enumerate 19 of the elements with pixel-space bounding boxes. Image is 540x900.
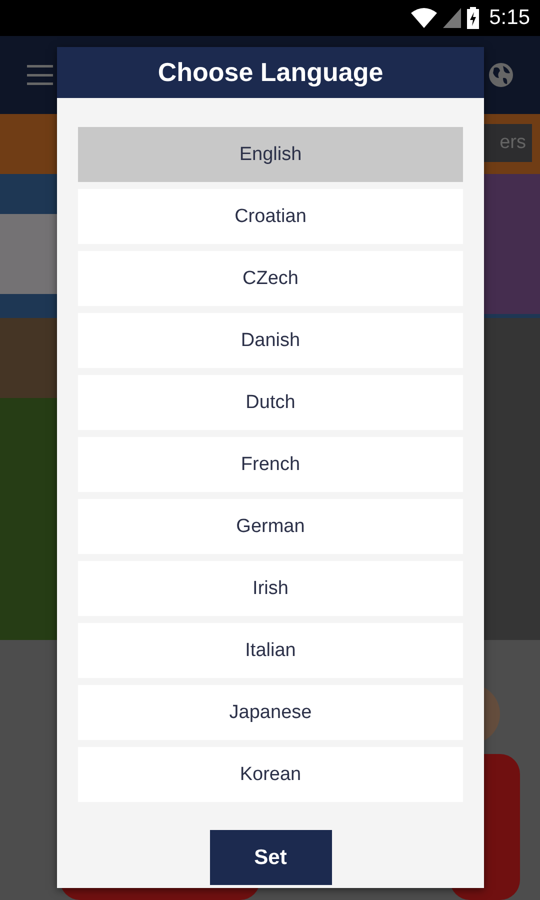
- language-option[interactable]: Croatian: [78, 189, 463, 244]
- language-option[interactable]: English: [78, 127, 463, 182]
- globe-icon[interactable]: [488, 62, 514, 88]
- signal-icon: [443, 8, 462, 28]
- language-option[interactable]: French: [78, 437, 463, 492]
- language-option[interactable]: Dutch: [78, 375, 463, 430]
- clock: 5:15: [489, 6, 530, 30]
- language-option[interactable]: Korean: [78, 747, 463, 802]
- language-option[interactable]: Japanese: [78, 685, 463, 740]
- language-option[interactable]: Italian: [78, 623, 463, 678]
- battery-icon: [467, 7, 480, 29]
- language-option[interactable]: Irish: [78, 561, 463, 616]
- language-option[interactable]: German: [78, 499, 463, 554]
- language-option[interactable]: CZech: [78, 251, 463, 306]
- dialog-title: Choose Language: [158, 57, 384, 88]
- language-option[interactable]: Danish: [78, 313, 463, 368]
- set-button[interactable]: Set: [210, 830, 332, 885]
- wifi-icon: [411, 8, 438, 28]
- menu-icon[interactable]: [27, 65, 53, 85]
